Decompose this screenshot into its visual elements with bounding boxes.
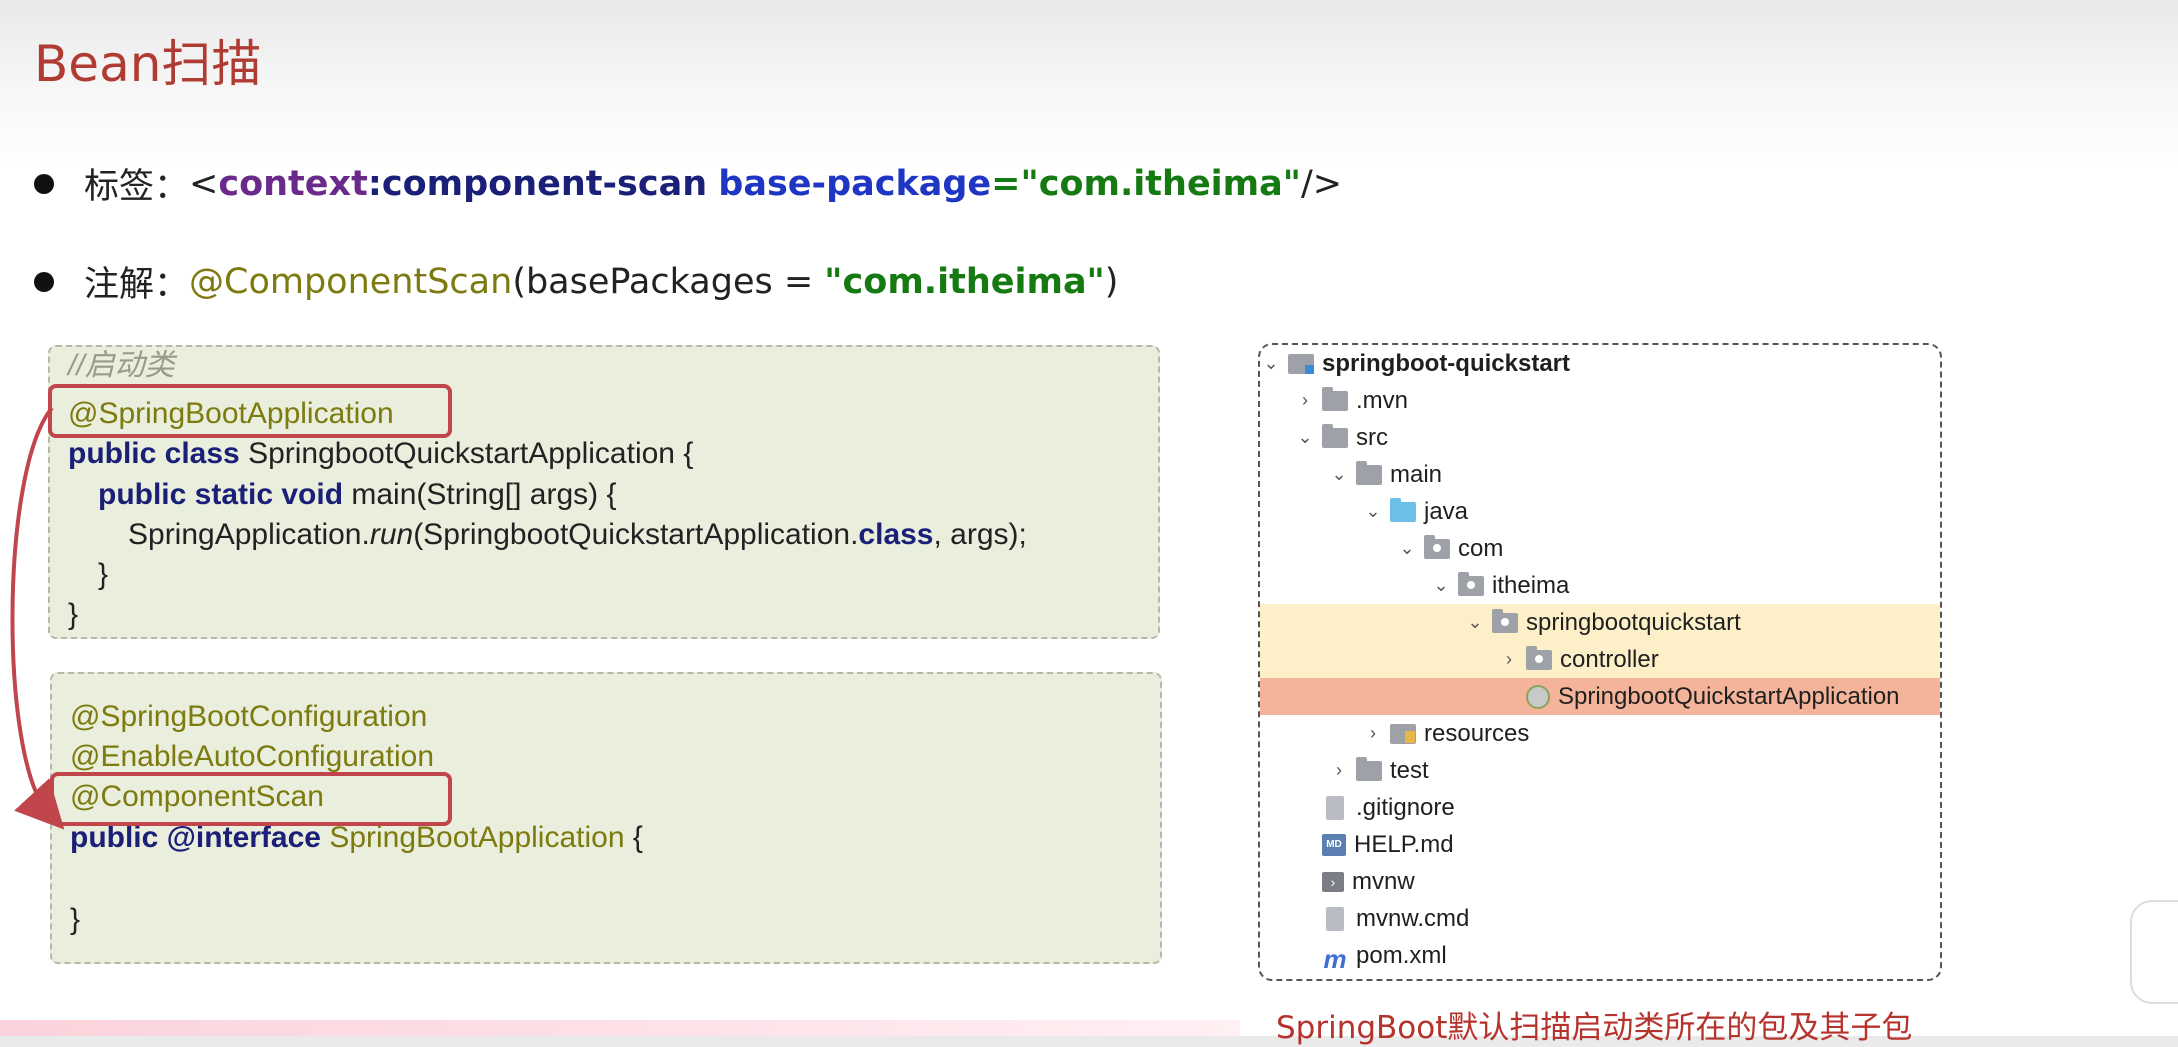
project-folder-icon (1288, 353, 1314, 374)
tree-item-root[interactable]: ⌄ springboot-quickstart (1260, 345, 1940, 382)
folder-icon (1356, 756, 1382, 781)
chevron-down-icon[interactable]: ⌄ (1294, 427, 1316, 448)
tree-item-springbootquickstartapplication[interactable]: › SpringbootQuickstartApplication (1260, 678, 1940, 715)
tree-item-mvnw-cmd[interactable]: › mvnw.cmd (1260, 900, 1940, 937)
tree-item-main[interactable]: ⌄ main (1260, 456, 1940, 493)
chevron-down-icon[interactable]: ⌄ (1430, 575, 1452, 596)
chevron-down-icon[interactable]: ⌄ (1328, 464, 1350, 485)
package-icon (1458, 571, 1484, 596)
tree-item-src[interactable]: ⌄ src (1260, 419, 1940, 456)
tree-item-help-md[interactable]: › MD HELP.md (1260, 826, 1940, 863)
decorative-band (0, 1020, 1240, 1036)
chevron-down-icon[interactable]: ⌄ (1260, 353, 1282, 374)
chevron-right-icon[interactable]: › (1328, 760, 1350, 781)
tree-item-itheima[interactable]: ⌄ itheima (1260, 567, 1940, 604)
tree-item-gitignore[interactable]: › .gitignore (1260, 789, 1940, 826)
package-icon (1424, 534, 1450, 559)
chevron-down-icon[interactable]: ⌄ (1396, 538, 1418, 559)
chevron-down-icon[interactable]: ⌄ (1362, 501, 1384, 522)
folder-icon (1322, 386, 1348, 411)
tree-item-mvnw[interactable]: › › mvnw (1260, 863, 1940, 900)
cmd-file-icon (1326, 906, 1344, 931)
chevron-down-icon[interactable]: ⌄ (1464, 612, 1486, 633)
markdown-icon: MD (1322, 833, 1346, 856)
tree-item-java[interactable]: ⌄ java (1260, 493, 1940, 530)
tree-item-com[interactable]: ⌄ com (1260, 530, 1940, 567)
side-floating-widget[interactable] (2130, 900, 2178, 1004)
tree-item-resources[interactable]: › resources (1260, 715, 1940, 752)
chevron-right-icon[interactable]: › (1362, 723, 1384, 744)
tree-item-mvn[interactable]: › .mvn (1260, 382, 1940, 419)
tree-caption: SpringBoot默认扫描启动类所在的包及其子包 (1276, 1010, 1913, 1046)
resources-folder-icon (1390, 723, 1416, 744)
gitignore-file-icon (1326, 795, 1344, 820)
package-icon (1492, 608, 1518, 633)
chevron-right-icon[interactable]: › (1498, 649, 1520, 670)
maven-icon: m (1323, 943, 1347, 974)
folder-icon (1322, 423, 1348, 448)
project-tree: ⌄ springboot-quickstart › .mvn ⌄ src ⌄ m… (1258, 343, 1942, 981)
package-icon (1526, 645, 1552, 670)
spring-class-icon (1526, 684, 1550, 709)
source-folder-icon (1390, 497, 1416, 522)
folder-icon (1356, 460, 1382, 485)
tree-item-test[interactable]: › test (1260, 752, 1940, 789)
chevron-right-icon[interactable]: › (1294, 390, 1316, 411)
tree-item-springbootquickstart[interactable]: ⌄ springbootquickstart (1260, 604, 1940, 641)
terminal-icon: › (1322, 871, 1344, 892)
tree-item-controller[interactable]: › controller (1260, 641, 1940, 678)
tree-item-pom-xml[interactable]: › m pom.xml (1260, 937, 1940, 974)
